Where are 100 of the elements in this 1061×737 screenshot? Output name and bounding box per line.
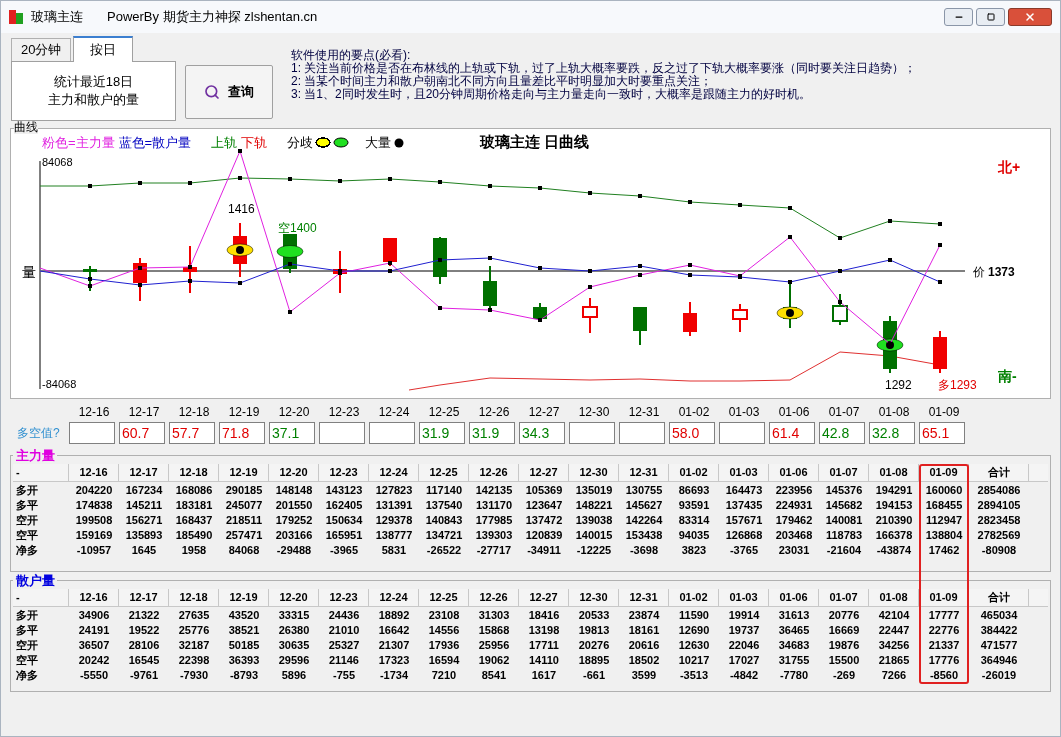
column-header[interactable]: 01-03 <box>719 464 769 482</box>
table-cell-text: 16669 <box>828 623 860 638</box>
table-cell-text: -7930 <box>179 668 209 683</box>
table-cell-text: 1958 <box>181 543 207 558</box>
column-header[interactable]: 12-31 <box>619 589 669 607</box>
column-header[interactable]: 01-02 <box>669 464 719 482</box>
table-cell-text: -3765 <box>729 543 759 558</box>
column-header[interactable]: 01-07 <box>819 464 869 482</box>
table-cell-text: 21322 <box>128 608 160 623</box>
table-cell-text: 203166 <box>275 528 313 543</box>
table-cell-text: 471577 <box>980 638 1018 653</box>
window-subtitle: PowerBy 期货主力神探 zlshentan.cn <box>107 8 318 27</box>
column-header[interactable]: 合计 <box>969 464 1029 482</box>
column-header[interactable]: 01-02 <box>669 589 719 607</box>
table-cell-text: 148221 <box>575 498 613 513</box>
table-cell-text: 42104 <box>878 608 910 623</box>
date-label: 12-24 <box>378 404 410 421</box>
table-cell-text: 14556 <box>428 623 460 638</box>
column-header[interactable]: 12-19 <box>219 589 269 607</box>
column-header[interactable]: 01-07 <box>819 589 869 607</box>
table-cell-text: -43874 <box>876 543 912 558</box>
column-header[interactable]: 12-20 <box>269 464 319 482</box>
column-header[interactable]: 01-06 <box>769 464 819 482</box>
table-cell-text: 179252 <box>275 513 313 528</box>
table-title: 主力量 <box>13 449 57 463</box>
column-header[interactable]: 12-16 <box>69 589 119 607</box>
table-cell-text: 16642 <box>378 623 410 638</box>
column-header[interactable]: 01-03 <box>719 589 769 607</box>
table-cell-text: 7266 <box>881 668 907 683</box>
column-header[interactable]: 12-30 <box>569 464 619 482</box>
column-header[interactable]: - <box>13 589 69 607</box>
table-cell-text: 22046 <box>728 638 760 653</box>
query-button[interactable]: 查询 <box>185 65 273 119</box>
column-header[interactable]: 12-24 <box>369 464 419 482</box>
maximize-button[interactable] <box>976 8 1005 26</box>
column-header[interactable]: 12-23 <box>319 589 369 607</box>
ratio-value: 60.7 <box>122 423 150 443</box>
candlestick <box>633 306 647 346</box>
column-header[interactable]: 12-16 <box>69 464 119 482</box>
column-header[interactable]: 12-31 <box>619 464 669 482</box>
table-cell-text: 20533 <box>578 608 610 623</box>
column-header[interactable]: 12-20 <box>269 589 319 607</box>
column-header[interactable]: 12-25 <box>419 464 469 482</box>
table-cell-text: 199508 <box>75 513 113 528</box>
candlestick <box>776 281 804 329</box>
column-header[interactable]: 12-17 <box>119 589 169 607</box>
column-header[interactable]: 合计 <box>969 589 1029 607</box>
date-label: 12-18 <box>178 404 210 421</box>
column-header[interactable]: 12-24 <box>369 589 419 607</box>
table-cell-text: 94035 <box>678 528 710 543</box>
column-header[interactable]: 12-30 <box>569 589 619 607</box>
column-header[interactable]: 12-23 <box>319 464 369 482</box>
column-header[interactable]: 01-06 <box>769 589 819 607</box>
table-cell-text: 23108 <box>428 608 460 623</box>
table-cell-text: -8793 <box>229 668 259 683</box>
legend-label: 蓝色=散户量 <box>118 135 192 150</box>
table-cell-text: 157671 <box>725 513 763 528</box>
column-header[interactable]: 12-27 <box>519 464 569 482</box>
table-cell-text: 19062 <box>478 653 510 668</box>
axis-min-label: -84068 <box>42 377 77 392</box>
row-label: 净多 <box>16 543 38 558</box>
table-cell-text: 129378 <box>375 513 413 528</box>
column-header[interactable]: 12-26 <box>469 464 519 482</box>
column-header[interactable]: 01-08 <box>869 464 919 482</box>
column-header[interactable]: 12-18 <box>169 464 219 482</box>
table-cell-text: 32187 <box>178 638 210 653</box>
table-cell-text: 21337 <box>928 638 960 653</box>
column-header[interactable]: 12-19 <box>219 464 269 482</box>
table-cell-text: 83314 <box>678 513 710 528</box>
table-cell-text: 135893 <box>125 528 163 543</box>
date-label: 12-16 <box>78 404 110 421</box>
tab[interactable]: 20分钟 <box>11 38 72 61</box>
table-cell-text: -27717 <box>476 543 512 558</box>
column-header[interactable]: 01-08 <box>869 589 919 607</box>
column-header[interactable]: 12-17 <box>119 464 169 482</box>
date-label: 12-20 <box>278 404 310 421</box>
panel-text: 主力和散户的量 <box>48 91 139 109</box>
table-cell-text: -3698 <box>629 543 659 558</box>
table-cell-text: 140843 <box>425 513 463 528</box>
table-cell-text: 17027 <box>728 653 760 668</box>
table-cell-text: -4842 <box>729 668 759 683</box>
table-cell-text: 17777 <box>928 608 960 623</box>
column-header[interactable]: 12-25 <box>419 589 469 607</box>
table-cell-text: 22398 <box>178 653 210 668</box>
column-header[interactable]: 12-27 <box>519 589 569 607</box>
row-label: 空开 <box>16 513 38 528</box>
table-cell-text: 19522 <box>128 623 160 638</box>
table-cell-text: 31613 <box>778 608 810 623</box>
row-label: 空平 <box>16 653 38 668</box>
table-cell-text: 160060 <box>925 483 963 498</box>
table-cell-text: 30635 <box>278 638 310 653</box>
minimize-button[interactable] <box>944 8 973 26</box>
column-header[interactable]: 12-26 <box>469 589 519 607</box>
column-header[interactable]: 01-09 <box>919 589 969 607</box>
table-cell-text: 167234 <box>125 483 163 498</box>
table-title: 散户量 <box>13 574 57 588</box>
column-header[interactable]: 12-18 <box>169 589 219 607</box>
tab[interactable]: 按日 <box>73 36 134 62</box>
close-button[interactable] <box>1008 8 1052 26</box>
column-header[interactable]: - <box>13 464 69 482</box>
